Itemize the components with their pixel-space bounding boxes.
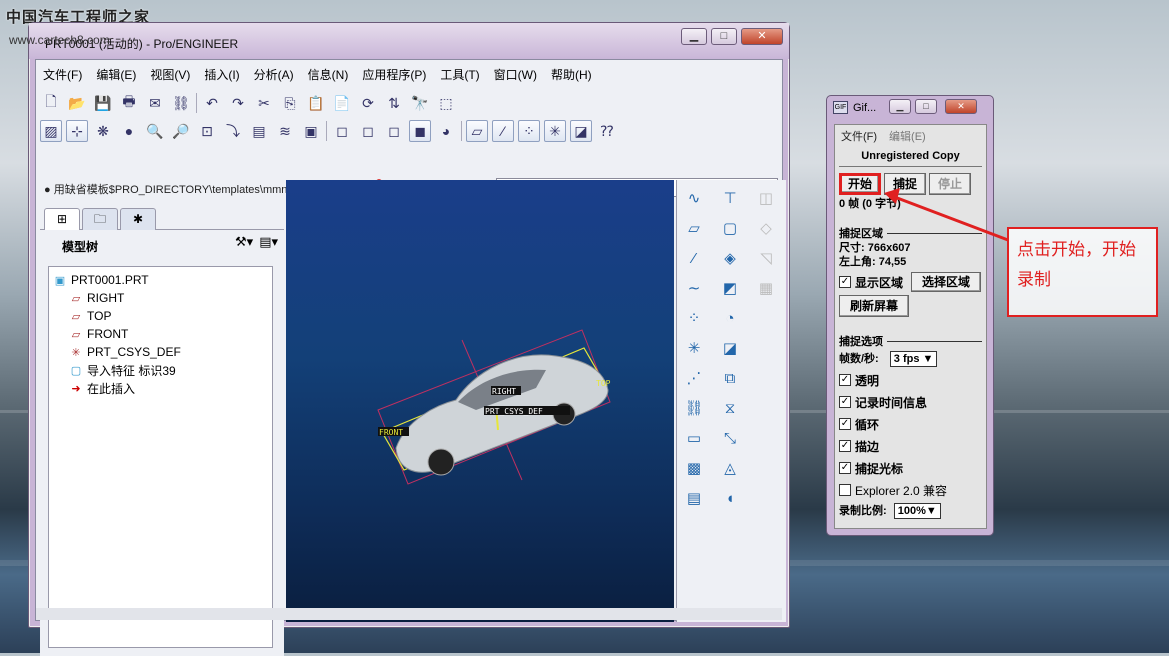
instruction-callout: 点击开始，开始录制: [1007, 227, 1158, 317]
annotation-arrow: [884, 188, 1009, 242]
